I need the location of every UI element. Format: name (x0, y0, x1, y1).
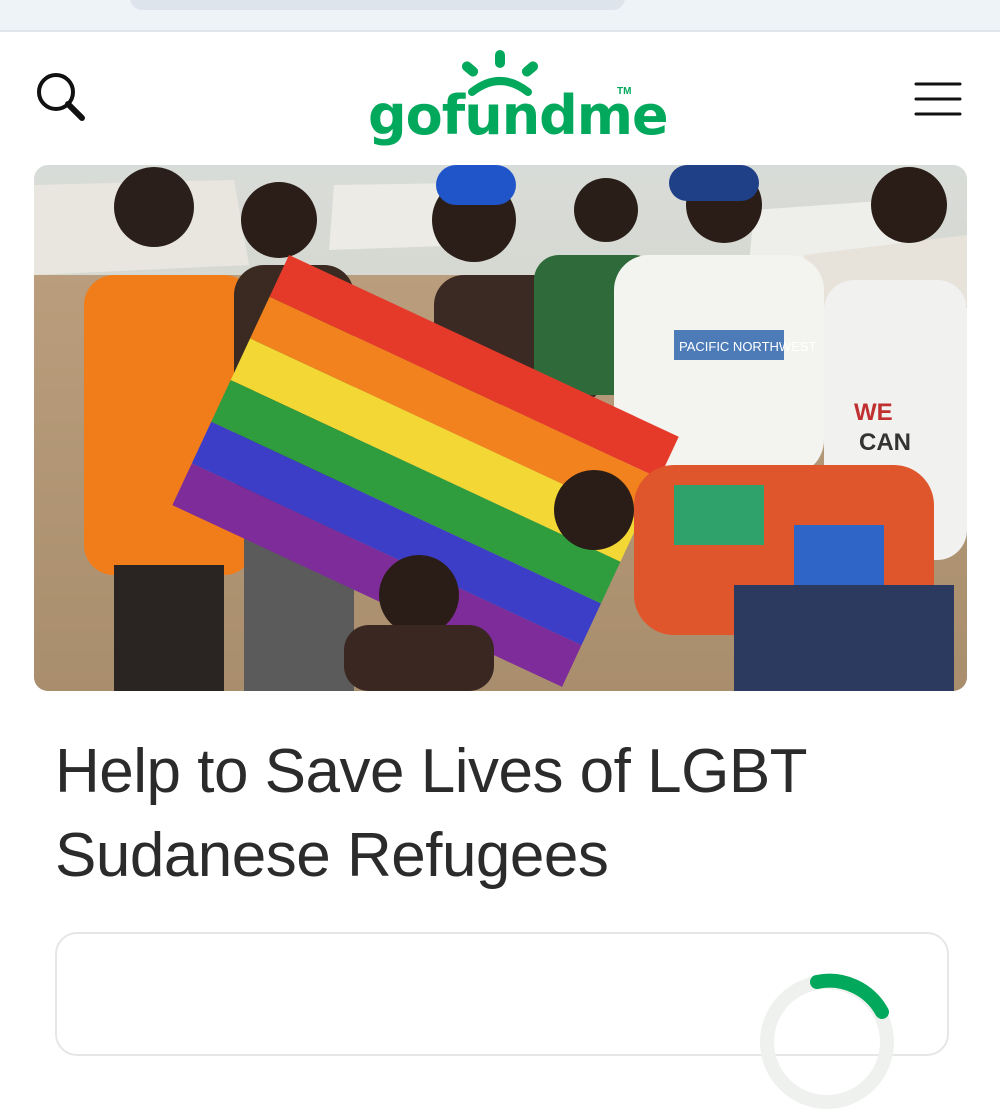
gofundme-logo[interactable]: gofundme TM (360, 50, 669, 150)
hamburger-menu-icon (914, 82, 962, 116)
browser-top-bar (0, 0, 1000, 32)
shirt-text-pacific: PACIFIC NORTHWEST (679, 339, 817, 354)
logo-trademark: TM (617, 86, 632, 97)
search-button[interactable] (30, 66, 94, 130)
campaign-title: Help to Save Lives of LGBT Sudanese Refu… (55, 737, 806, 890)
address-bar[interactable] (130, 0, 625, 10)
shirt-text-we-can: WE (854, 399, 893, 426)
site-header: gofundme TM (0, 32, 1000, 162)
search-icon (37, 73, 85, 121)
menu-button[interactable] (906, 74, 968, 122)
progress-ring-icon (760, 973, 894, 1109)
svg-text:CAN: CAN (859, 429, 911, 456)
donation-card (55, 932, 949, 1109)
campaign-hero-image[interactable]: PACIFIC NORTHWEST WE CAN (34, 165, 967, 691)
hero-photo: PACIFIC NORTHWEST WE CAN (34, 165, 967, 691)
